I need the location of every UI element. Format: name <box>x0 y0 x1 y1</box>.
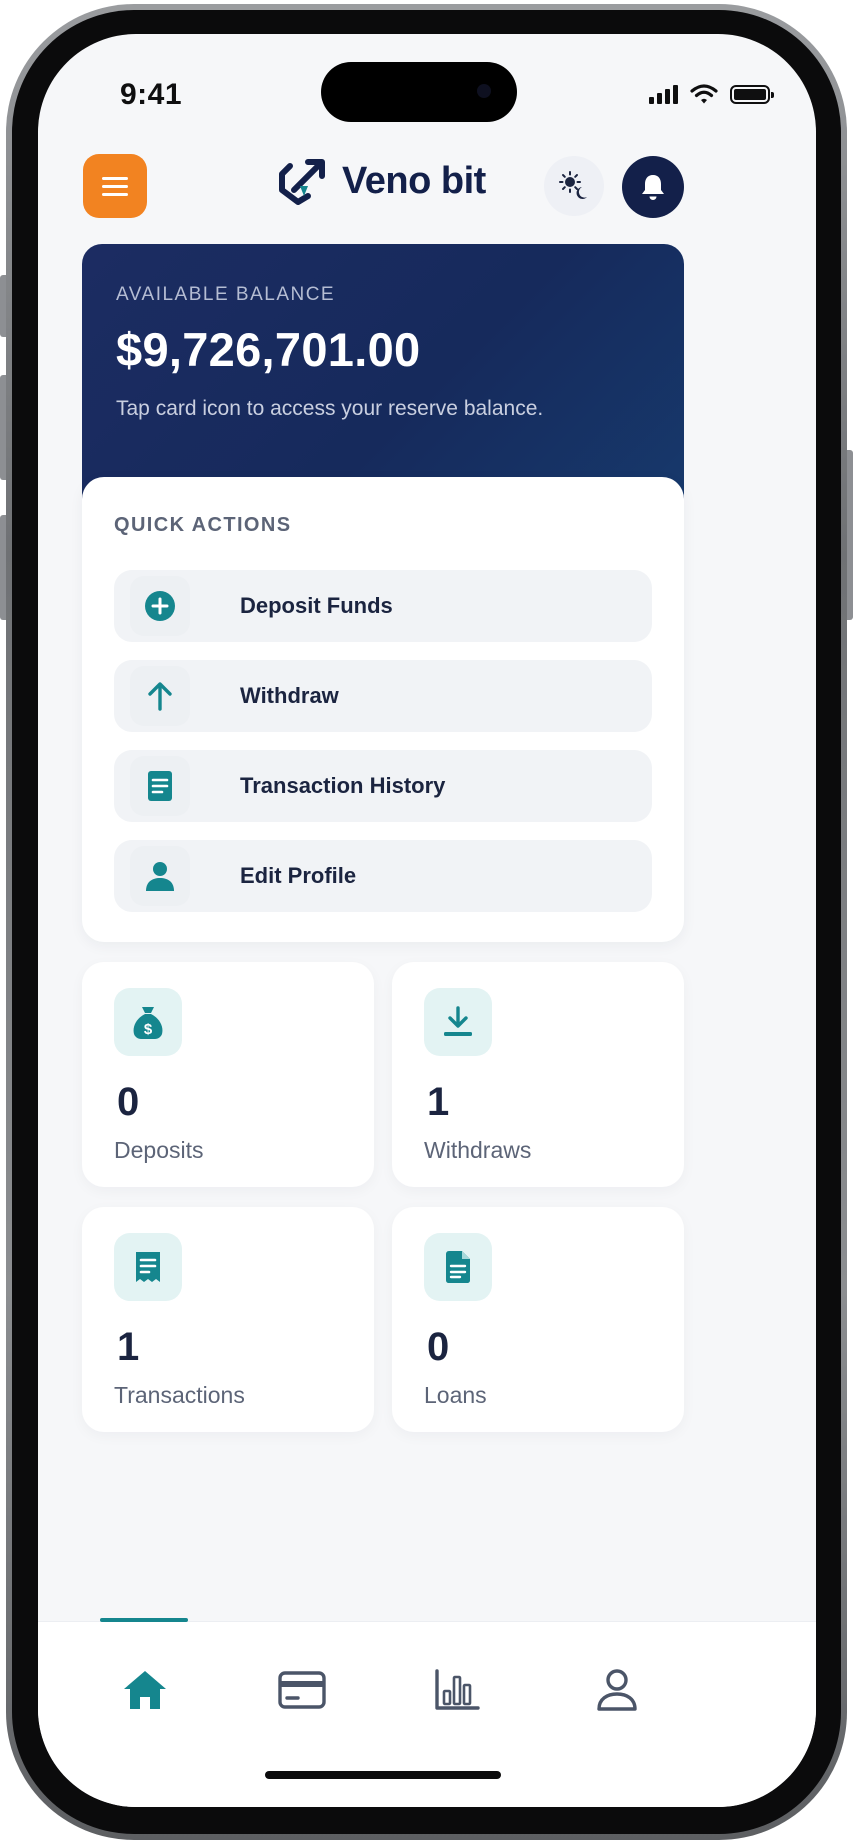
card-icon <box>278 1671 326 1709</box>
theme-toggle-button[interactable] <box>544 156 604 216</box>
status-time: 9:41 <box>120 78 183 111</box>
action-label: Deposit Funds <box>240 593 393 618</box>
nav-profile[interactable] <box>587 1660 647 1720</box>
stat-card-deposits[interactable]: $ 0 Deposits <box>82 962 374 1187</box>
transaction-history-button[interactable]: Transaction History <box>114 750 652 822</box>
bell-icon <box>642 175 664 200</box>
stat-label: Loans <box>424 1382 487 1408</box>
bar-chart-icon <box>435 1669 480 1710</box>
stat-label: Withdraws <box>424 1137 532 1163</box>
balance-label: AVAILABLE BALANCE <box>116 284 336 305</box>
plus-circle-icon <box>145 591 175 621</box>
phone-frame: 9:41 Veno bit AVAILABLE BALANCE $9,726,7… <box>6 4 847 1840</box>
active-tab-indicator <box>100 1618 188 1622</box>
svg-text:$: $ <box>144 1021 153 1038</box>
withdraw-button[interactable]: Withdraw <box>114 660 652 732</box>
stat-label: Deposits <box>114 1137 204 1163</box>
nav-home[interactable] <box>115 1660 175 1720</box>
home-icon <box>124 1671 166 1709</box>
edit-profile-button[interactable]: Edit Profile <box>114 840 652 912</box>
brand-name: Veno bit <box>342 159 486 202</box>
nav-cards[interactable] <box>272 1660 332 1720</box>
home-indicator[interactable] <box>265 1771 501 1779</box>
stat-value: 1 <box>117 1325 140 1369</box>
quick-actions-title: QUICK ACTIONS <box>114 514 292 536</box>
menu-button[interactable] <box>83 154 147 218</box>
quick-actions-card: QUICK ACTIONS Deposit Funds Withdraw Tra… <box>82 477 684 942</box>
receipt-icon <box>136 1252 160 1282</box>
sun-moon-icon <box>559 171 587 199</box>
bottom-navigation <box>38 1618 816 1807</box>
user-icon <box>146 862 174 891</box>
user-outline-icon <box>597 1669 637 1711</box>
arrow-up-icon <box>148 682 172 711</box>
document-icon <box>148 771 172 801</box>
action-label: Transaction History <box>240 773 446 798</box>
wifi-icon <box>690 84 718 104</box>
file-icon <box>446 1251 470 1283</box>
money-bag-icon: $ <box>133 1007 163 1039</box>
app-screen: 9:41 Veno bit AVAILABLE BALANCE $9,726,7… <box>38 34 816 1807</box>
balance-hint: Tap card icon to access your reserve bal… <box>116 397 544 420</box>
stat-card-transactions[interactable]: 1 Transactions <box>82 1207 374 1432</box>
notifications-button[interactable] <box>622 156 684 218</box>
download-icon <box>444 1006 472 1036</box>
phone-bezel: 9:41 Veno bit AVAILABLE BALANCE $9,726,7… <box>12 10 841 1834</box>
stat-card-withdraws[interactable]: 1 Withdraws <box>392 962 684 1187</box>
cellular-signal-icon <box>649 85 678 104</box>
stat-value: 1 <box>427 1080 450 1124</box>
brand-logo: Veno bit <box>278 156 486 206</box>
status-icons <box>649 84 774 104</box>
stat-value: 0 <box>117 1080 140 1124</box>
dynamic-island <box>321 62 517 122</box>
battery-icon <box>730 85 774 104</box>
action-label: Edit Profile <box>240 863 357 888</box>
hamburger-icon <box>102 176 128 180</box>
veno-bit-logo-icon <box>279 159 325 205</box>
stat-value: 0 <box>427 1325 450 1369</box>
action-label: Withdraw <box>240 683 339 708</box>
deposit-funds-button[interactable]: Deposit Funds <box>114 570 652 642</box>
nav-analytics[interactable] <box>427 1660 487 1720</box>
stat-card-loans[interactable]: 0 Loans <box>392 1207 684 1432</box>
balance-amount: $9,726,701.00 <box>116 323 421 376</box>
stat-label: Transactions <box>114 1382 245 1408</box>
camera-icon <box>477 84 491 98</box>
